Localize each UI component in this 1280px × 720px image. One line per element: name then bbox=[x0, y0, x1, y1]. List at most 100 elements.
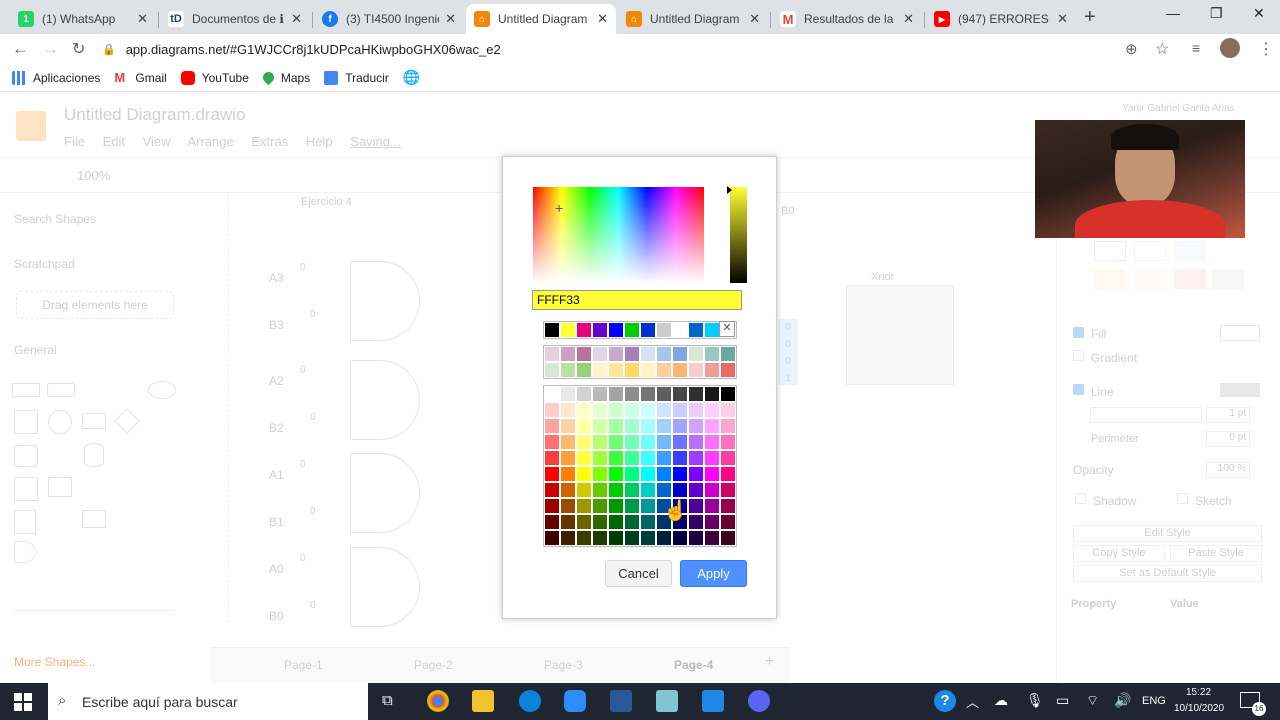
color-swatch[interactable] bbox=[560, 346, 576, 362]
color-swatch[interactable] bbox=[560, 450, 576, 466]
more-shapes-link[interactable]: More Shapes... bbox=[14, 655, 95, 669]
color-swatch[interactable] bbox=[688, 530, 704, 546]
palette-shape[interactable] bbox=[82, 510, 106, 528]
color-swatch[interactable] bbox=[656, 346, 672, 362]
tab-drawio-active[interactable]: ⌂ Untitled Diagram ✕ bbox=[466, 4, 616, 34]
close-icon[interactable]: ✕ bbox=[597, 11, 608, 27]
color-swatch[interactable] bbox=[608, 386, 624, 402]
color-swatch[interactable] bbox=[544, 402, 560, 418]
color-swatch[interactable] bbox=[624, 346, 640, 362]
page-tab[interactable]: Page-2 bbox=[414, 658, 453, 672]
color-swatch[interactable] bbox=[720, 530, 736, 546]
palette-shape[interactable] bbox=[48, 410, 72, 434]
color-swatch[interactable] bbox=[688, 466, 704, 482]
color-swatch[interactable] bbox=[592, 402, 608, 418]
hex-color-input[interactable] bbox=[532, 290, 742, 310]
nor-gate[interactable] bbox=[350, 360, 420, 440]
color-swatch[interactable] bbox=[688, 402, 704, 418]
bookmark-apps[interactable]: Aplicaciones bbox=[12, 70, 100, 85]
color-swatch[interactable] bbox=[672, 450, 688, 466]
color-swatch[interactable] bbox=[640, 346, 656, 362]
windows-start-icon[interactable] bbox=[14, 693, 32, 711]
color-swatch[interactable] bbox=[656, 482, 672, 498]
nor-gate[interactable] bbox=[350, 547, 420, 627]
page-tab[interactable]: Page-3 bbox=[544, 658, 583, 672]
palette-shape[interactable] bbox=[14, 410, 38, 434]
window-close-icon[interactable]: ✕ bbox=[1253, 5, 1265, 22]
bookmark-maps[interactable]: Maps bbox=[260, 69, 310, 86]
color-swatch[interactable] bbox=[672, 530, 688, 546]
sketch-checkbox[interactable] bbox=[1177, 493, 1188, 504]
menu-dots-icon[interactable]: ⋮ bbox=[1258, 39, 1274, 59]
color-swatch[interactable] bbox=[688, 322, 704, 338]
color-swatch[interactable] bbox=[560, 498, 576, 514]
color-swatch[interactable] bbox=[592, 386, 608, 402]
taskbar-search-box[interactable]: ⌕ Escribe aquí para buscar bbox=[48, 683, 368, 720]
color-swatch[interactable] bbox=[560, 466, 576, 482]
app-icon[interactable] bbox=[702, 690, 724, 712]
color-swatch[interactable] bbox=[544, 434, 560, 450]
style-swatch[interactable] bbox=[1134, 241, 1166, 261]
color-swatch[interactable] bbox=[608, 514, 624, 530]
color-swatch[interactable] bbox=[672, 418, 688, 434]
color-swatch[interactable] bbox=[592, 346, 608, 362]
page-tab-active[interactable]: Page-4 bbox=[674, 658, 713, 672]
color-swatch[interactable] bbox=[576, 466, 592, 482]
color-swatch[interactable] bbox=[576, 386, 592, 402]
menu-help[interactable]: Help bbox=[306, 134, 333, 149]
palette-shape[interactable] bbox=[84, 443, 104, 467]
close-icon[interactable]: ✕ bbox=[749, 11, 760, 27]
color-swatch[interactable] bbox=[544, 362, 560, 378]
user-name[interactable]: Yanir Gabriel Garita Arias bbox=[1122, 103, 1235, 114]
edit-style-button[interactable]: Edit Style bbox=[1073, 525, 1262, 542]
close-icon[interactable]: ✕ bbox=[445, 11, 456, 27]
back-icon[interactable]: ← bbox=[12, 39, 29, 59]
volume-icon[interactable]: 🔊 bbox=[1114, 692, 1131, 709]
color-swatch[interactable] bbox=[560, 362, 576, 378]
color-swatch[interactable] bbox=[592, 362, 608, 378]
general-section[interactable]: General bbox=[14, 343, 57, 357]
fill-checkbox[interactable] bbox=[1073, 327, 1084, 338]
color-swatch[interactable] bbox=[640, 362, 656, 378]
color-swatch[interactable] bbox=[608, 482, 624, 498]
color-swatch[interactable] bbox=[560, 514, 576, 530]
color-swatch[interactable] bbox=[640, 434, 656, 450]
color-swatch[interactable] bbox=[624, 482, 640, 498]
palette-shape[interactable] bbox=[47, 383, 75, 397]
color-swatch[interactable] bbox=[720, 514, 736, 530]
color-swatch[interactable] bbox=[640, 466, 656, 482]
style-swatch[interactable] bbox=[1212, 269, 1244, 289]
color-swatch[interactable] bbox=[688, 418, 704, 434]
color-swatch[interactable] bbox=[704, 346, 720, 362]
color-swatch[interactable] bbox=[592, 418, 608, 434]
color-swatch[interactable] bbox=[720, 418, 736, 434]
close-icon[interactable]: ✕ bbox=[137, 11, 148, 27]
color-swatch[interactable] bbox=[544, 466, 560, 482]
style-swatch[interactable] bbox=[1174, 269, 1206, 289]
color-swatch[interactable] bbox=[608, 450, 624, 466]
discord-icon[interactable] bbox=[748, 690, 770, 712]
color-swatch[interactable] bbox=[576, 450, 592, 466]
minimize-icon[interactable]: — bbox=[1166, 5, 1180, 21]
zoom-icon[interactable] bbox=[564, 690, 586, 712]
color-swatch[interactable] bbox=[560, 386, 576, 402]
color-swatch[interactable] bbox=[576, 362, 592, 378]
color-swatch[interactable] bbox=[656, 402, 672, 418]
menu-arrange[interactable]: Arrange bbox=[187, 134, 233, 149]
menu-file[interactable]: File bbox=[64, 134, 85, 149]
color-swatch[interactable] bbox=[640, 482, 656, 498]
drag-area[interactable]: Drag elements here bbox=[16, 291, 174, 319]
color-swatch[interactable] bbox=[720, 402, 736, 418]
color-spectrum[interactable]: + bbox=[533, 187, 704, 283]
style-swatch[interactable] bbox=[1134, 269, 1166, 289]
edge-icon[interactable] bbox=[519, 690, 541, 712]
copy-style-button[interactable]: Copy Style bbox=[1073, 545, 1165, 562]
maximize-icon[interactable]: ❐ bbox=[1210, 5, 1223, 22]
color-swatch[interactable] bbox=[608, 466, 624, 482]
color-swatch[interactable] bbox=[704, 418, 720, 434]
diagram-title[interactable]: Untitled Diagram.drawio bbox=[64, 105, 245, 125]
wifi-icon[interactable]: ⌔ bbox=[1086, 692, 1099, 710]
gradient-checkbox[interactable] bbox=[1073, 350, 1084, 361]
battery-icon[interactable]: ▭ bbox=[1056, 692, 1069, 709]
color-swatch[interactable] bbox=[640, 386, 656, 402]
